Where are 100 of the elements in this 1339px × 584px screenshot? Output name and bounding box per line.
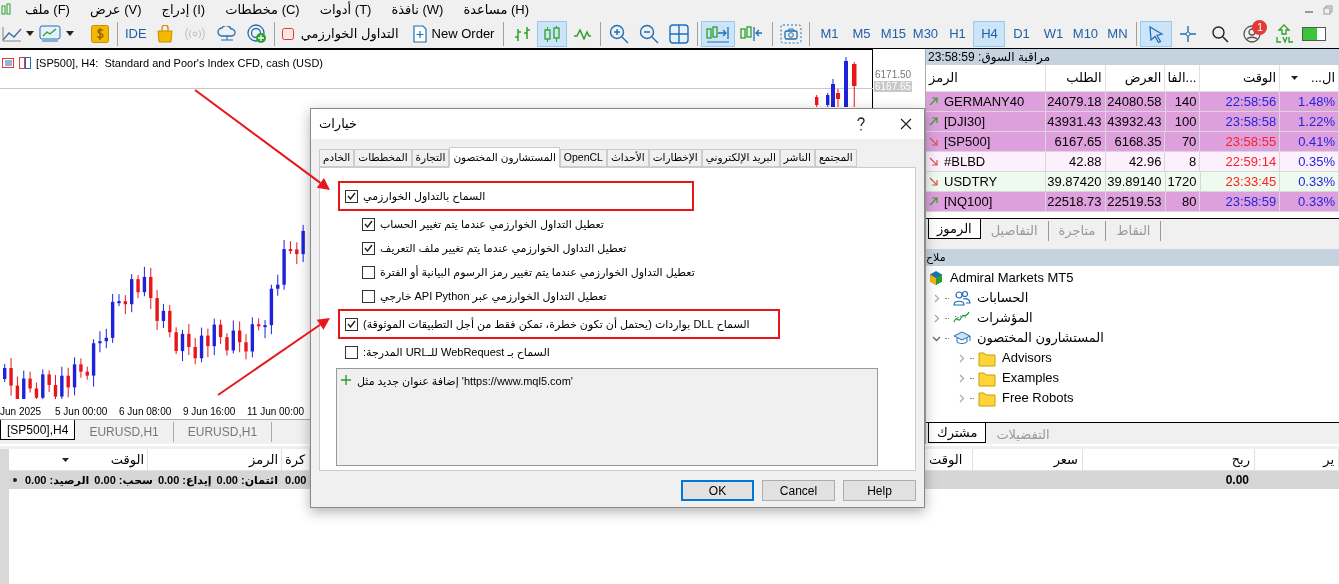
algo-trading-button[interactable]: التداول الخوارزمي [277, 20, 403, 47]
menu-item[interactable]: نافذة (W) [391, 0, 444, 20]
dialog-tab[interactable]: الخادم [319, 149, 355, 167]
table-cell-text: 42.96 [1128, 152, 1162, 171]
table-cell-text: 39.89140 [1107, 172, 1162, 191]
column-header[interactable]: الفا... [1167, 68, 1197, 88]
table-cell-text: 23:58:58 [1225, 112, 1277, 131]
quote-row[interactable]: GERMANY40 24079.18 24080.58 140 22:58:56 1.48% [926, 92, 1339, 112]
table-cell-text: 22:58:56 [1225, 92, 1277, 111]
algo-trading-label: التداول الخوارزمي [300, 24, 399, 44]
dialog-tab[interactable]: المستشارون المختصون [449, 147, 560, 168]
dialog-tab[interactable]: الأحداث [606, 149, 649, 167]
timeframe-button[interactable]: M1 [813, 20, 846, 47]
column-header[interactable]: الوقت [1242, 68, 1277, 88]
dialog-tab[interactable]: المجتمع [814, 149, 857, 167]
column-header[interactable]: ...ال [1311, 68, 1335, 88]
table-cell-text: #BLBD [944, 152, 986, 171]
timeframe-button[interactable]: M15 [877, 20, 910, 47]
table-cell-text: 1.22% [1298, 112, 1335, 131]
table-cell-text: 23:58:55 [1225, 132, 1277, 151]
axis-label: 9 Jun 16:00 [183, 405, 236, 419]
menu-item[interactable]: عرض (V) [89, 0, 142, 20]
option-label: السماح DLL بواردات (يحتمل أن تكون خطرة، تمكن فقط من أجل التطبيقات الموثوقة) [363, 316, 750, 333]
dialog-tab[interactable]: الناشر [779, 149, 815, 167]
dialog-title: خيارات [319, 115, 358, 134]
column-header[interactable]: سعر [1053, 449, 1078, 470]
table-cell-text: USDTRY [944, 172, 998, 191]
tree-item[interactable]: المؤشرات [977, 308, 1033, 328]
column-header[interactable]: الرمز [249, 449, 278, 470]
account-button[interactable]: 1 [1236, 20, 1269, 47]
panel-tab[interactable]: مشترك [928, 423, 987, 443]
table-cell-text: GERMANY40 [944, 92, 1025, 111]
tree-label: Admiral Markets MT5 [950, 269, 1074, 288]
tree-item[interactable]: Free Robots [1002, 388, 1074, 408]
menu-item[interactable]: ملف (F) [25, 0, 70, 20]
dialog-tab[interactable]: OpenCL [559, 149, 607, 167]
table-cell-text: 0.41% [1298, 132, 1335, 151]
new-order-label: New Order [431, 24, 495, 43]
column-header[interactable]: ير [1323, 449, 1334, 470]
option-label: تعطيل التداول الخوارزمي عبر API Python خارجي [380, 288, 607, 305]
dialog-tab[interactable]: المخططات [354, 149, 412, 167]
column-header[interactable]: الطلب [1066, 68, 1102, 88]
axis-label: Jun 2025 [0, 405, 42, 419]
timeframe-button[interactable]: W1 [1037, 20, 1070, 47]
table-cell-text: 22518.73 [1047, 192, 1102, 211]
table-cell-text: 43932.43 [1107, 112, 1162, 131]
table-cell-text: 8 [1189, 152, 1197, 171]
dialog-button[interactable]: OK [681, 480, 754, 501]
table-cell-text: 23:33:45 [1225, 172, 1277, 191]
dialog-tab[interactable]: الإخطارات [648, 149, 702, 167]
dialog-tab[interactable]: التجارة [411, 149, 450, 167]
timeframe-button[interactable]: H1 [941, 20, 974, 47]
menu-item[interactable]: مخططات (C) [225, 0, 300, 20]
dialog-button[interactable]: Cancel [762, 480, 835, 501]
quote-row[interactable]: [SP500] 6167.65 6168.35 70 23:58:55 0.41% [926, 132, 1339, 152]
chart-title: [SP500], H4: Standard and Poor's Index CFD, cash (USD) [36, 56, 323, 71]
dialog-button[interactable]: Help [843, 480, 916, 501]
menu-item[interactable]: مساعدة (H) [463, 0, 530, 20]
tree-item[interactable]: المستشارون المختصون [977, 328, 1104, 348]
table-cell-text: 6168.35 [1114, 132, 1162, 151]
option-label: السماح بـ WebRequest للـURL المدرجة: [363, 344, 550, 361]
column-header[interactable]: الوقت [110, 449, 144, 470]
url-hint: إضافة عنوان جديد مثل 'https://www.mql5.com' [357, 374, 573, 390]
timeframe-button[interactable]: D1 [1005, 20, 1038, 47]
tree-item[interactable]: Advisors [1002, 348, 1052, 368]
new-order-button[interactable]: New Order [406, 20, 501, 47]
timeframe-button[interactable]: M10 [1069, 20, 1102, 47]
chart-tab[interactable]: [SP500],H4 [0, 420, 76, 440]
table-cell-text: 42.88 [1069, 152, 1102, 171]
column-header[interactable]: الوقت [929, 449, 963, 470]
ide-button[interactable]: IDE [121, 20, 151, 47]
tree-item[interactable]: Admiral Markets MT5 [926, 268, 1339, 288]
table-cell-text: 23:58:59 [1225, 192, 1277, 211]
dialog-tab[interactable]: البريد الإلكتروني [701, 149, 780, 167]
table-cell-text: [DJI30] [944, 112, 986, 131]
table-cell-text: 39.87420 [1047, 172, 1102, 191]
quote-row[interactable]: #BLBD 42.88 42.96 8 22:59:14 0.35% [926, 152, 1339, 172]
timeframe-button[interactable]: MN [1101, 20, 1134, 47]
timeframe-button[interactable]: M5 [845, 20, 878, 47]
chart-tab[interactable]: EURUSD,H1 [173, 422, 273, 442]
column-header[interactable]: كرة [285, 449, 306, 470]
quote-row[interactable]: [DJI30] 43931.43 43932.43 100 23:58:58 1.22% [926, 112, 1339, 132]
axis-label: 11 Jun 00:00 [247, 405, 305, 419]
quote-row[interactable]: [NQ100] 22518.73 22519.53 80 23:58:59 0.33% [926, 192, 1339, 212]
column-header[interactable]: ربح [1231, 449, 1250, 470]
quote-row[interactable]: USDTRY 39.87420 39.89140 1720 23:33:45 0.33% [926, 172, 1339, 192]
tree-item[interactable]: Examples [1002, 368, 1060, 388]
column-header[interactable]: العرض [1124, 68, 1162, 88]
balance-summary: 0.00 [285, 472, 307, 488]
column-header[interactable]: الرمز [929, 68, 958, 88]
table-cell-text: 43931.43 [1047, 112, 1102, 131]
tree-item[interactable]: الحسابات [977, 288, 1029, 308]
menu-item[interactable]: أدوات (T) [319, 0, 372, 20]
table-cell-text: 1720 [1167, 172, 1197, 191]
panel-tab[interactable]: الرموز [928, 219, 981, 239]
table-cell-text: 24079.18 [1047, 92, 1102, 111]
timeframe-button[interactable]: H4 [973, 20, 1006, 47]
option-label: السماح بالتداول الخوارزمي [363, 188, 486, 205]
menu-item[interactable]: إدراج (I) [161, 0, 206, 20]
timeframe-button[interactable]: M30 [909, 20, 942, 47]
